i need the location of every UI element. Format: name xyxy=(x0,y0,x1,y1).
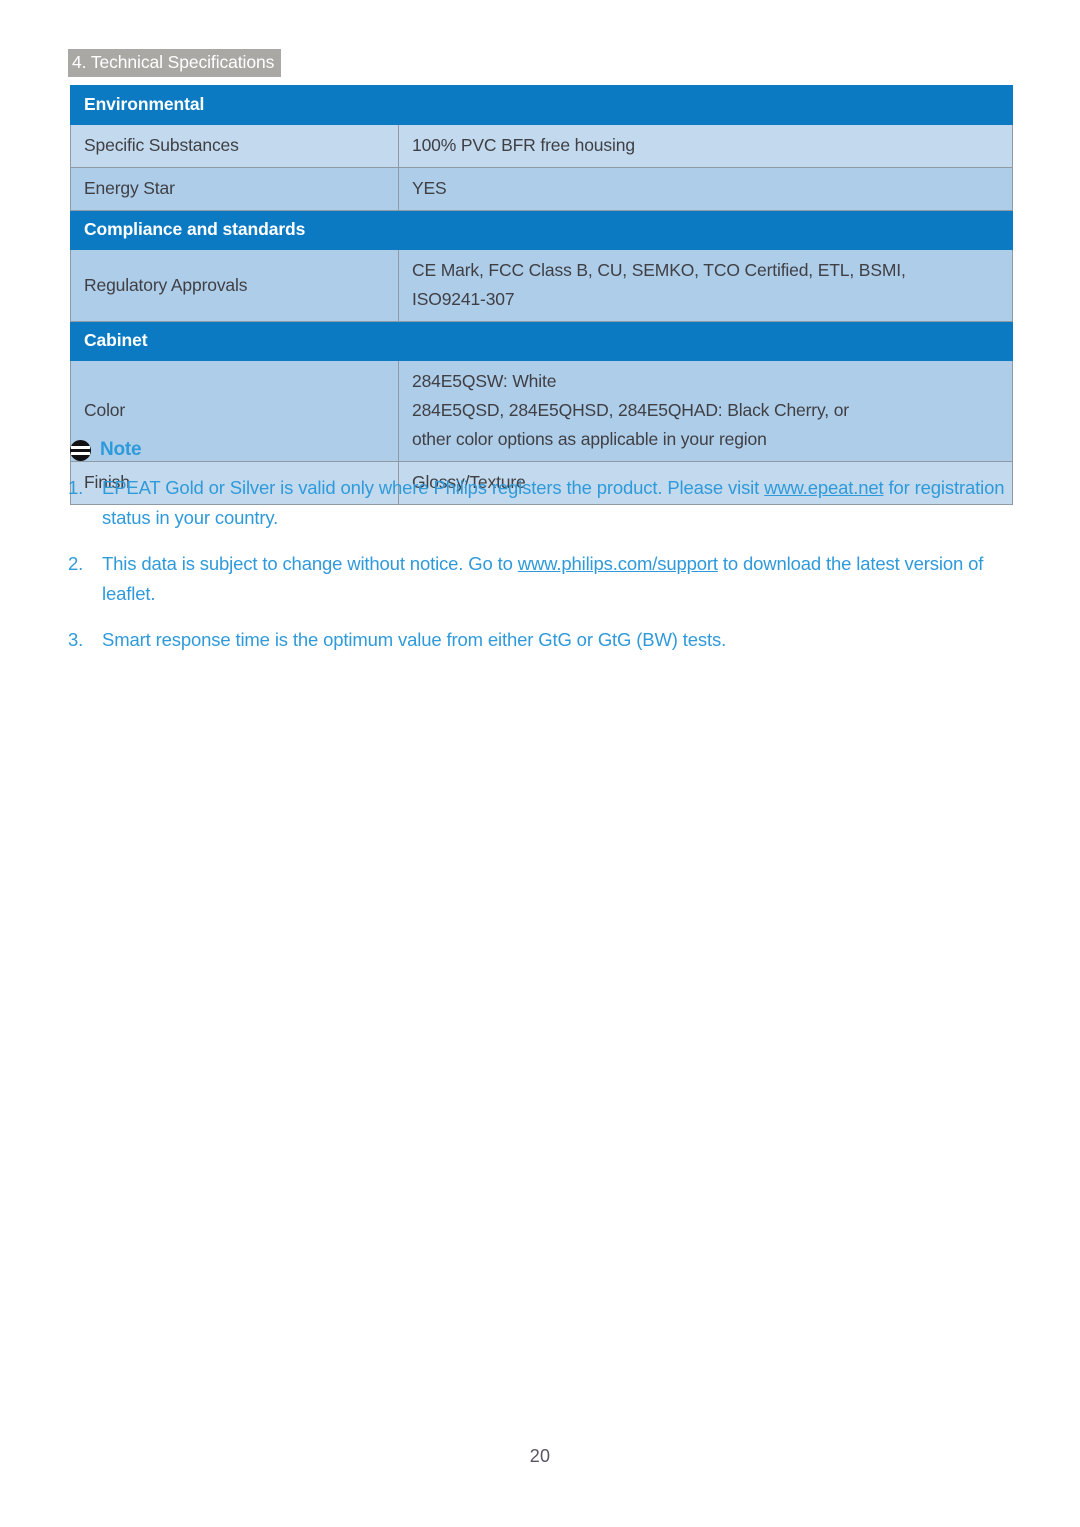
spec-value-cell: 100% PVC BFR free housing xyxy=(397,124,1014,168)
spec-value-line: 284E5QSD, 284E5QHSD, 284E5QHAD: Black Ch… xyxy=(412,400,849,420)
spec-value-line: 100% PVC BFR free housing xyxy=(412,135,635,155)
note-list: 1. EPEAT Gold or Silver is valid only whe… xyxy=(68,473,1012,671)
spec-value-line: other color options as applicable in you… xyxy=(412,429,767,449)
spec-label-cell: Regulatory Approvals xyxy=(70,249,399,322)
document-page: 4. Technical Specifications Environmenta… xyxy=(0,0,1080,1527)
breadcrumb: 4. Technical Specifications xyxy=(68,49,282,77)
note-item-number: 2. xyxy=(68,553,84,574)
table-body: Environmental Specific Substances 100% PVC… xyxy=(69,85,1014,505)
note-title: Note xyxy=(100,439,142,460)
table-section-header-row: Compliance and standards xyxy=(69,210,1014,250)
note-item: 3. Smart response time is the optimum val… xyxy=(68,625,1012,655)
spec-value-cell: YES xyxy=(397,167,1014,211)
note-item-link[interactable]: www.philips.com/support xyxy=(518,553,718,574)
spec-label-cell: Energy Star xyxy=(70,167,399,211)
section-header-label: Environmental xyxy=(69,85,1014,125)
spec-value-cell: CE Mark, FCC Class B, CU, SEMKO, TCO Cer… xyxy=(397,249,1014,322)
spec-value-line: ISO9241-307 xyxy=(412,289,515,309)
note-item: 2. This data is subject to change without… xyxy=(68,549,1012,609)
note-icon xyxy=(70,439,91,461)
note-header: Note xyxy=(70,439,142,461)
table-section-header-row: Environmental xyxy=(69,85,1014,125)
section-header-label: Cabinet xyxy=(69,321,1014,361)
note-item-text-before: EPEAT Gold or Silver is valid only where… xyxy=(102,477,765,498)
spec-value-line: CE Mark, FCC Class B, CU, SEMKO, TCO Cer… xyxy=(412,260,906,280)
section-header-label: Compliance and standards xyxy=(69,210,1014,250)
spec-value-line: 284E5QSW: White xyxy=(412,371,557,391)
note-item-text-before: This data is subject to change without n… xyxy=(102,553,518,574)
note-item-text-before: Smart response time is the optimum value… xyxy=(102,629,727,650)
table-section-header-row: Cabinet xyxy=(69,321,1014,361)
note-item-body: This data is subject to change without n… xyxy=(102,549,1012,609)
note-item: 1. EPEAT Gold or Silver is valid only whe… xyxy=(68,473,1012,533)
table-row: Color 284E5QSW: White 284E5QSD, 284E5QHSD,… xyxy=(70,360,1014,462)
note-item-link[interactable]: www.epeat.net xyxy=(764,477,884,498)
note-item-number: 1. xyxy=(68,477,84,498)
table-row: Specific Substances 100% PVC BFR free hou… xyxy=(70,124,1014,168)
note-item-body: EPEAT Gold or Silver is valid only where… xyxy=(102,473,1012,533)
page-number: 20 xyxy=(529,1446,551,1466)
table-row: Energy Star YES xyxy=(70,167,1014,211)
table-row: Regulatory Approvals CE Mark, FCC Class B… xyxy=(70,249,1014,322)
spec-value-cell: 284E5QSW: White 284E5QSD, 284E5QHSD, 284E… xyxy=(397,360,1014,462)
spec-label-cell: Specific Substances xyxy=(70,124,399,168)
note-item-number: 3. xyxy=(68,629,84,650)
spec-value-line: YES xyxy=(412,178,447,198)
note-item-body: Smart response time is the optimum value… xyxy=(102,625,1012,655)
technical-specifications-table: Environmental Specific Substances 100% PVC… xyxy=(69,85,1014,505)
